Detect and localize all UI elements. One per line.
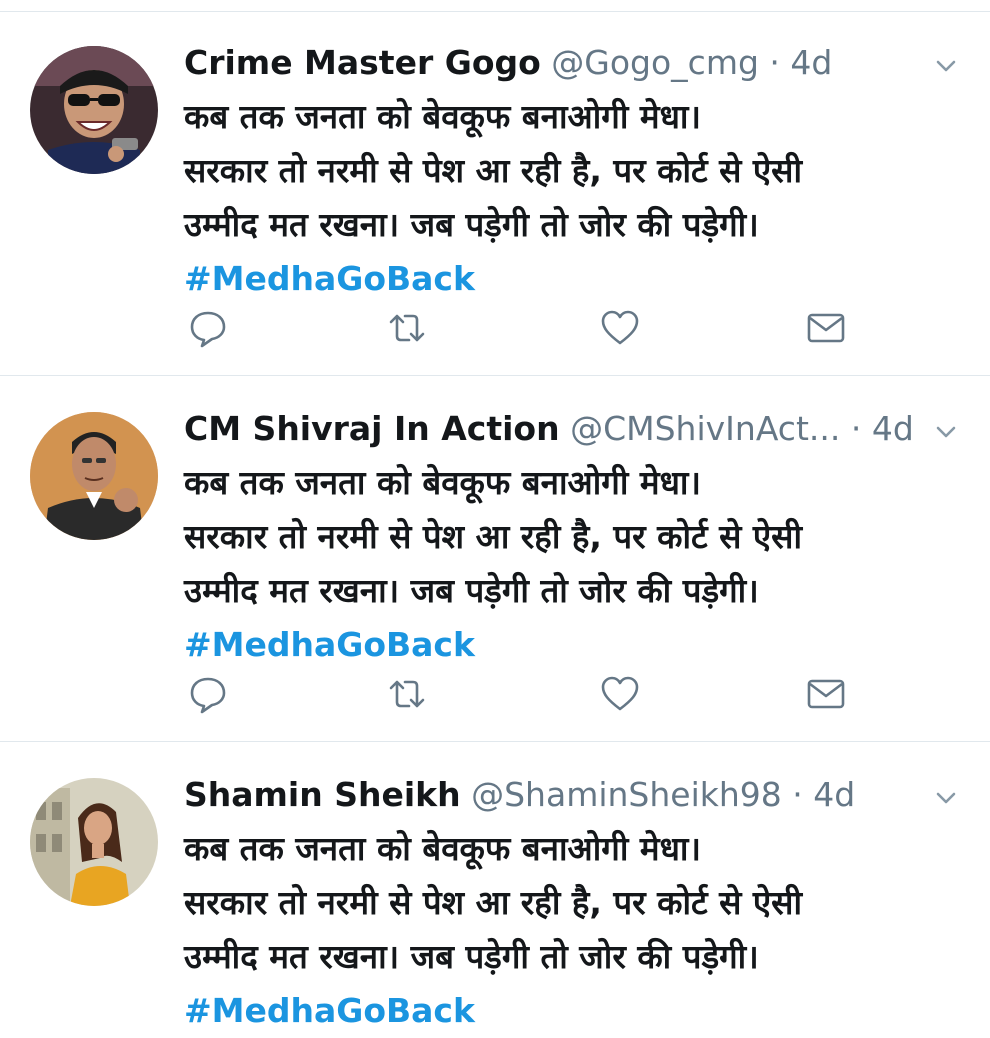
timestamp[interactable]: 4d [813, 775, 855, 814]
chevron-down-icon [936, 792, 956, 804]
like-button[interactable] [600, 308, 640, 348]
tweet-divider [0, 741, 990, 742]
tweet-menu-button[interactable] [930, 782, 962, 814]
retweet-button[interactable] [387, 308, 427, 348]
retweet-icon [389, 314, 425, 342]
separator: · [792, 775, 803, 814]
chevron-down-icon [936, 60, 956, 72]
tweet-header: Crime Master Gogo @Gogo_cmg · 4d [184, 40, 950, 86]
tweet[interactable]: Crime Master Gogo @Gogo_cmg · 4d कब तक ज… [0, 12, 990, 376]
tweet-text-line: कब तक जनता को बेवकूफ बनाओगी मेधा। [184, 97, 701, 136]
display-name[interactable]: Shamin Sheikh [184, 775, 461, 814]
like-button[interactable] [600, 674, 640, 714]
tweet-text-line: सरकार तो नरमी से पेश आ रही है, पर कोर्ट … [184, 517, 803, 556]
tweet-text-line: उम्मीद मत रखना। जब पड़ेगी तो जोर की पड़े… [184, 205, 759, 244]
tweet-feed: Crime Master Gogo @Gogo_cmg · 4d कब तक ज… [0, 0, 990, 1030]
politician-avatar-icon [30, 412, 158, 540]
tweet-text: कब तक जनता को बेवकूफ बनाओगी मेधा। सरकार … [184, 822, 974, 1038]
tweet-text-line: सरकार तो नरमी से पेश आ रही है, पर कोर्ट … [184, 883, 803, 922]
separator: · [850, 409, 862, 448]
timestamp[interactable]: 4d [790, 43, 832, 82]
woman-avatar-icon [30, 778, 158, 906]
retweet-button[interactable] [387, 674, 427, 714]
hashtag-link[interactable]: #MedhaGoBack [184, 618, 974, 672]
tweet-text-line: कब तक जनता को बेवकूफ बनाओगी मेधा। [184, 829, 701, 868]
tweet-text-line: उम्मीद मत रखना। जब पड़ेगी तो जोर की पड़े… [184, 571, 759, 610]
heart-icon [601, 676, 639, 711]
user-handle[interactable]: @CMShivInAct... [570, 409, 840, 448]
avatar[interactable] [30, 778, 158, 906]
display-name[interactable]: CM Shivraj In Action [184, 409, 560, 448]
tweet-text-line: सरकार तो नरमी से पेश आ रही है, पर कोर्ट … [184, 151, 803, 190]
display-name[interactable]: Crime Master Gogo [184, 43, 541, 82]
tweet[interactable]: CM Shivraj In Action @CMShivInAct... · 4… [0, 378, 990, 742]
direct-message-button[interactable] [806, 674, 846, 714]
separator: · [769, 43, 780, 82]
tweet-actions [184, 308, 864, 348]
avatar[interactable] [30, 46, 158, 174]
tweet-text: कब तक जनता को बेवकूफ बनाओगी मेधा। सरकार … [184, 456, 974, 672]
tweet-header: Shamin Sheikh @ShaminSheikh98 · 4d [184, 772, 950, 818]
avatar[interactable] [30, 412, 158, 540]
direct-message-button[interactable] [806, 308, 846, 348]
tweet-text-line: कब तक जनता को बेवकूफ बनाओगी मेधा। [184, 463, 701, 502]
tweet[interactable]: Shamin Sheikh @ShaminSheikh98 · 4d कब तक… [0, 744, 990, 1030]
hashtag-link[interactable]: #MedhaGoBack [184, 252, 974, 306]
reply-icon [190, 677, 226, 714]
tweet-menu-button[interactable] [930, 50, 962, 82]
heart-icon [601, 310, 639, 345]
tweet-header: CM Shivraj In Action @CMShivInAct... · 4… [184, 406, 950, 452]
reply-button[interactable] [188, 674, 228, 714]
reply-button[interactable] [188, 308, 228, 348]
envelope-icon [807, 313, 845, 343]
retweet-icon [389, 680, 425, 708]
tweet-menu-button[interactable] [930, 416, 962, 448]
user-handle[interactable]: @Gogo_cmg [551, 43, 759, 82]
tweet-divider [0, 375, 990, 376]
reply-icon [190, 311, 226, 348]
tweet-actions [184, 674, 864, 714]
hashtag-link[interactable]: #MedhaGoBack [184, 984, 974, 1038]
tweet-text-line: उम्मीद मत रखना। जब पड़ेगी तो जोर की पड़े… [184, 937, 759, 976]
chevron-down-icon [936, 426, 956, 438]
envelope-icon [807, 679, 845, 709]
user-handle[interactable]: @ShaminSheikh98 [471, 775, 782, 814]
villain-avatar-icon [30, 46, 158, 174]
tweet-text: कब तक जनता को बेवकूफ बनाओगी मेधा। सरकार … [184, 90, 974, 306]
timestamp[interactable]: 4d [872, 409, 914, 448]
